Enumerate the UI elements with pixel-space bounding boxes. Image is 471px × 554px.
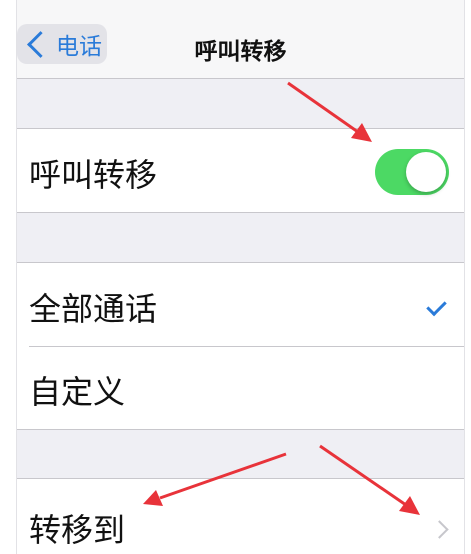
all-calls-row[interactable]: 全部通话 [17, 263, 464, 346]
call-forwarding-toggle[interactable] [375, 149, 449, 195]
status-bar [17, 0, 464, 8]
checkmark-icon [426, 295, 447, 317]
call-forwarding-label: 呼叫转移 [29, 156, 158, 194]
navigation-bar: 电话 呼叫转移 [17, 8, 464, 79]
call-forwarding-row: 呼叫转移 [17, 128, 464, 213]
forward-to-row[interactable]: 转移到 [17, 478, 464, 554]
disclosure-chevron-icon [430, 520, 449, 539]
page-title: 呼叫转移 [194, 39, 287, 65]
custom-row[interactable]: 自定义 [17, 347, 464, 429]
forward-options-group: 全部通话 自定义 [17, 262, 464, 430]
settings-screen: 电话 呼叫转移 呼叫转移 全部通话 自定义 转移到 [16, 0, 465, 554]
all-calls-label: 全部通话 [29, 290, 158, 328]
forward-to-label: 转移到 [29, 511, 126, 549]
custom-label: 自定义 [29, 373, 126, 411]
toggle-knob [406, 152, 446, 192]
